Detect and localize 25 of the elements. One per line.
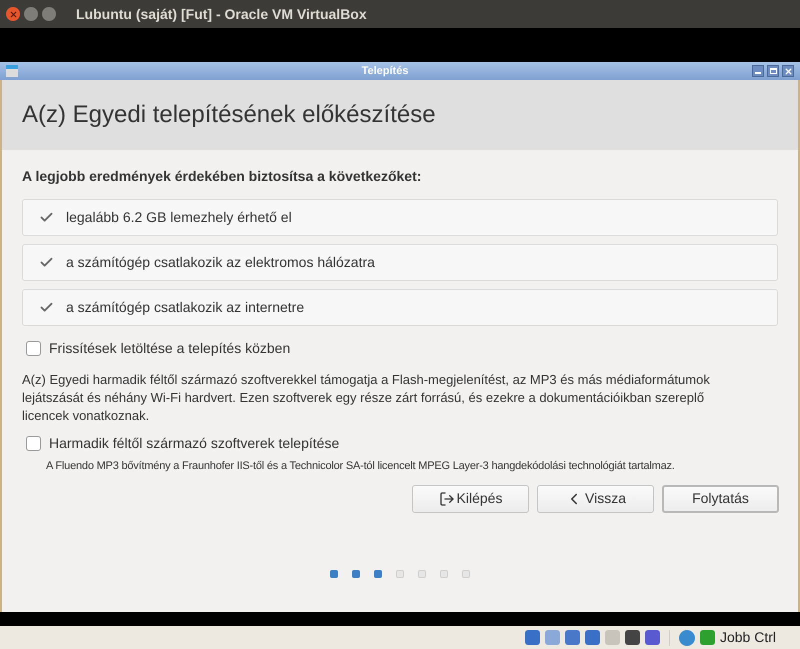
minimize-icon[interactable] xyxy=(42,7,56,21)
dialog-button[interactable]: Vissza xyxy=(537,484,654,512)
page-title: A(z) Egyedi telepítésének előkészítése xyxy=(22,100,436,130)
requirement-label: a számítógép csatlakozik az internetre xyxy=(66,298,304,317)
checkbox[interactable] xyxy=(26,436,41,451)
minimize-icon[interactable] xyxy=(752,65,764,77)
requirement-label: a számítógép csatlakozik az elektromos hálózatra xyxy=(66,253,375,272)
note-text: A Fluendo MP3 bővítmény a Fraunhofer IIS-től és a Technicolor SA-tól licencelt MPEG Layer-3 hangdekódolási technológiát tartalmaz. xyxy=(46,459,676,474)
checkbox-label[interactable]: Harmadik féltől származó szoftverek telepítése xyxy=(49,433,340,454)
maximize-icon[interactable] xyxy=(767,65,779,77)
checkbox[interactable] xyxy=(26,341,41,356)
section-heading: A legjobb eredmények érdekében biztosítsa a következőket: xyxy=(22,167,422,186)
window-title: Lubuntu (saját) [Fut] - Oracle VM VirtualBox xyxy=(76,4,367,24)
exit-icon xyxy=(438,490,455,506)
installer-icon xyxy=(6,65,18,77)
description-text: A(z) Egyedi harmadik féltől származó szoftverekkel támogatja a Flash-megjelenítést, az MP3 és más médiaformátumok lejátszását és néhány Wi-Fi hardvert. Ezen szoftverek egy része zárt forrású, és ezekre a dokumentációikban szereplő licencek vonatkoznak. xyxy=(22,371,711,425)
requirement-label: legalább 6.2 GB lemezhely érhető el xyxy=(66,208,292,227)
close-icon[interactable] xyxy=(6,7,20,21)
dialog-button[interactable]: Folytatás xyxy=(662,484,779,512)
dialog-button[interactable]: Kilépés xyxy=(412,484,529,512)
host-key-label: Jobb Ctrl xyxy=(720,628,776,647)
window-title: Telepítés xyxy=(360,64,410,79)
close-icon[interactable] xyxy=(782,65,794,77)
checkbox-label[interactable]: Frissítések letöltése a telepítés közben xyxy=(49,338,290,359)
maximize-icon[interactable] xyxy=(24,7,38,21)
